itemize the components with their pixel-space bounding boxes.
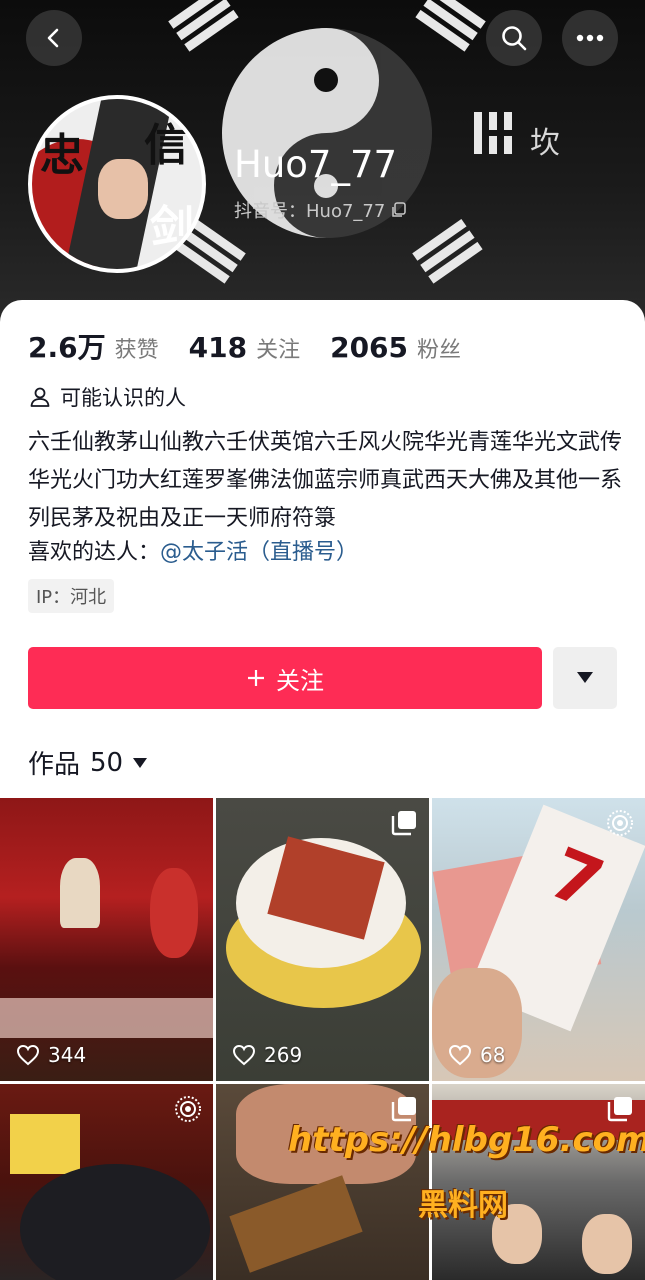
video-thumbnail[interactable] xyxy=(216,1084,429,1280)
stat-likes[interactable]: 2.6万 获赞 xyxy=(28,326,159,366)
cover-glyph: 坎 xyxy=(530,126,560,161)
like-count-text: 269 xyxy=(264,1043,303,1067)
more-options-button[interactable] xyxy=(562,10,618,66)
copy-icon[interactable] xyxy=(391,202,407,218)
multi-image-icon xyxy=(391,811,416,836)
username: Huo7_77 xyxy=(234,143,398,186)
search-button[interactable] xyxy=(486,10,542,66)
profile-card: 2.6万 获赞 418 关注 2065 粉丝 可能认识的人 六壬仙教茅山仙教六壬… xyxy=(0,300,645,800)
works-count: 50 xyxy=(90,747,124,778)
trigram-decoration xyxy=(470,110,516,156)
video-thumbnail[interactable]: 344 xyxy=(0,798,213,1081)
watermark-url: https://hlbg16.com xyxy=(288,1120,645,1160)
follow-button-label: 关注 xyxy=(276,666,324,695)
works-label: 作品 xyxy=(28,750,81,780)
trigram-decoration xyxy=(410,0,486,59)
stat-followers[interactable]: 2065 粉丝 xyxy=(330,331,461,364)
heart-icon xyxy=(448,1044,472,1066)
like-count-text: 68 xyxy=(480,1043,506,1067)
liked-creators-label: 喜欢的达人： xyxy=(28,540,161,565)
douyin-id-text: 抖音号：Huo7_77 xyxy=(234,201,386,222)
video-thumbnail[interactable]: 269 xyxy=(216,798,429,1081)
video-thumbnail[interactable] xyxy=(0,1084,213,1280)
trigram-decoration xyxy=(412,218,488,291)
people-you-may-know-label: 可能认识的人 xyxy=(60,386,186,410)
liked-creators: 喜欢的达人：@太子活（直播号） xyxy=(28,534,358,566)
video-grid: 344 269 7 68 xyxy=(0,798,645,1280)
like-count: 269 xyxy=(232,1043,302,1067)
like-count: 344 xyxy=(16,1043,86,1067)
plus-icon xyxy=(248,670,264,686)
profile-header: 坎 忠 信 剑 Huo7_77 抖音号：Huo7_77 xyxy=(0,0,645,330)
stat-number: 418 xyxy=(188,331,248,364)
people-you-may-know[interactable]: 可能认识的人 xyxy=(28,382,186,412)
heart-icon xyxy=(16,1044,40,1066)
follow-button[interactable]: 关注 xyxy=(28,647,542,709)
watermark-text: 黑料网 xyxy=(418,1188,508,1223)
like-count-text: 344 xyxy=(48,1043,87,1067)
mention-link[interactable]: @太子活（直播号） xyxy=(160,540,358,565)
live-photo-icon xyxy=(175,1096,201,1122)
stat-label: 关注 xyxy=(256,338,301,363)
stat-label: 粉丝 xyxy=(417,338,462,363)
caret-down-icon xyxy=(133,757,148,768)
stat-number: 2065 xyxy=(330,331,409,364)
avatar[interactable]: 忠 信 剑 xyxy=(28,95,206,273)
like-count: 68 xyxy=(448,1043,505,1067)
heart-icon xyxy=(232,1044,256,1066)
bio-text: 六壬仙教茅山仙教六壬伏英馆六壬风火院华光青莲华光文武传华光火门功大红莲罗峯佛法伽… xyxy=(28,430,623,531)
back-button[interactable] xyxy=(26,10,82,66)
person-icon xyxy=(30,387,50,407)
stat-label: 获赞 xyxy=(114,338,159,363)
ip-location-badge: IP：河北 xyxy=(28,579,115,613)
live-photo-icon xyxy=(607,810,633,836)
video-thumbnail[interactable]: 7 68 xyxy=(432,798,645,1081)
caret-down-icon xyxy=(577,672,593,683)
more-horizontal-icon xyxy=(576,34,604,42)
chevron-left-icon xyxy=(47,28,59,48)
stat-following[interactable]: 418 关注 xyxy=(189,331,300,364)
works-tab[interactable]: 作品 50 xyxy=(28,744,148,781)
stat-number: 2.6万 xyxy=(28,331,106,364)
trigram-decoration xyxy=(168,0,244,59)
recommend-dropdown-button[interactable] xyxy=(553,647,617,709)
douyin-id[interactable]: 抖音号：Huo7_77 xyxy=(234,197,407,223)
search-icon xyxy=(502,26,527,51)
stats-row: 2.6万 获赞 418 关注 2065 粉丝 xyxy=(28,326,491,366)
